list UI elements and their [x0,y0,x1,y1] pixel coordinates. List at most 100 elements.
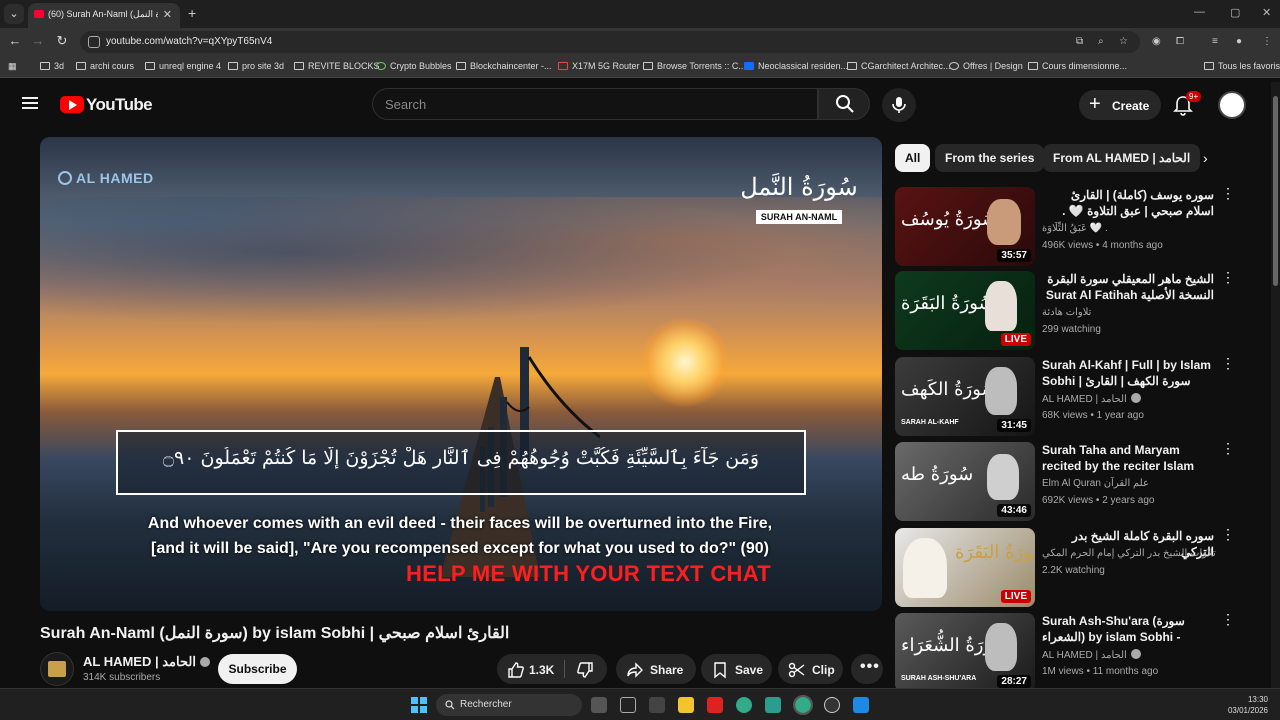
browser-tab[interactable]: (60) Surah An-Naml (سورة النمل) by islam… [28,3,180,28]
video-thumbnail[interactable]: سُورَةُ الكَهف SARAH AL-KAHF 31:45 [895,357,1035,436]
app-3-icon[interactable] [765,697,781,713]
tab-search-button[interactable]: ⌄ [4,4,24,24]
search-button[interactable] [818,88,870,120]
taskbar-clock[interactable]: 13:30 03/01/2026 [1228,694,1268,716]
file-explorer-icon[interactable] [678,697,694,713]
chrome-active-icon[interactable] [793,695,813,715]
acrobat-icon[interactable] [707,697,723,713]
more-actions-button[interactable]: ••• [851,654,883,684]
app-4-icon[interactable] [824,697,840,713]
more-vertical-icon[interactable]: ⋮ [1221,612,1235,626]
bookmark-item[interactable]: Neoclassical residen... [744,61,848,71]
address-bar[interactable]: youtube.com/watch?v=qXYpyT65nV4 [80,31,1140,53]
profile-icon[interactable]: ● [1236,36,1242,47]
app-icon[interactable] [620,697,636,713]
back-button[interactable]: ← [6,33,24,48]
apps-icon[interactable]: ▦ [8,61,17,72]
install-app-icon[interactable]: ⧉ [1076,36,1083,47]
reload-button[interactable]: ↻ [53,33,71,49]
recommended-meta: 692K views • 2 years ago [1042,495,1155,506]
more-vertical-icon[interactable]: ⋮ [1221,356,1235,370]
recommended-video[interactable]: سُورَةُ الكَهف SARAH AL-KAHF 31:45 Surah… [895,356,1235,437]
forward-button[interactable]: → [29,33,47,48]
channel-name[interactable]: AL HAMED | الحامد [83,654,210,670]
create-button[interactable]: + Create [1079,90,1161,120]
bookmark-item[interactable]: Offres | Design [949,61,1023,71]
zoom-icon[interactable]: ⌕ [1098,36,1104,47]
recommended-video[interactable]: سُورَةُ الشُّعَرَاء SURAH ASH-SHU'ARA 28… [895,612,1235,693]
more-vertical-icon[interactable]: ⋮ [1221,186,1235,200]
recommended-video[interactable]: سُورَةُ طه 43:46 Surah Taha and Maryam r… [895,441,1235,522]
share-button[interactable]: Share [616,654,696,684]
recommended-video[interactable]: سُورَةُ يُوسُف 35:57 سوره يوسف (كاملة) |… [895,186,1235,267]
chip-from-channel[interactable]: From AL HAMED | الحامد [1043,144,1201,172]
site-info-icon[interactable] [88,36,100,48]
bookmark-item[interactable]: 3d [40,61,64,71]
reading-list-icon[interactable]: ≡ [1212,36,1218,47]
channel-avatar[interactable] [40,652,74,686]
bookmark-item[interactable]: pro site 3d [228,61,284,71]
verse-translation: And whoever comes with an evil deed - th… [147,515,773,557]
folder-icon [1204,62,1214,70]
bookmark-item[interactable]: Crypto Bubbles [376,61,452,71]
video-thumbnail[interactable]: سُورَةُ طه 43:46 [895,442,1035,521]
bookmark-item[interactable]: Blockchaincenter -... [456,61,552,71]
video-thumbnail[interactable]: سُورَةُ الشُّعَرَاء SURAH ASH-SHU'ARA 28… [895,613,1035,692]
video-thumbnail[interactable]: سُورَةُ البَقَرَة LIVE [895,271,1035,350]
extensions-puzzle-icon[interactable]: ⧠ [1176,36,1184,47]
voice-search-button[interactable] [882,88,916,122]
browser-menu-icon[interactable]: ⋮ [1262,36,1272,47]
bookmark-item[interactable]: CGarchitect Architec... [847,61,951,71]
new-tab-button[interactable]: + [188,5,196,21]
app-5-icon[interactable] [853,697,869,713]
verified-icon [1130,393,1141,403]
account-avatar[interactable] [1218,91,1246,119]
windows-start-icon[interactable] [411,697,427,713]
all-bookmarks[interactable]: Tous les favoris [1204,61,1280,71]
more-vertical-icon[interactable]: ⋮ [1221,527,1235,541]
video-thumbnail[interactable]: سُورَةُ البَقَرَة LIVE [895,528,1035,607]
bookmark-item[interactable]: unreql engine 4 [145,61,221,71]
more-vertical-icon[interactable]: ⋮ [1221,441,1235,455]
menu-icon[interactable] [22,97,38,109]
cg-icon [847,62,857,70]
recommended-title: Surah Al-Kahf | Full | by Islam Sobhi | … [1042,358,1211,388]
clip-button[interactable]: Clip [778,654,843,684]
bookmark-item[interactable]: Browse Torrents :: C... [643,61,746,71]
save-button[interactable]: Save [701,654,772,684]
bookmark-item[interactable]: archi cours [76,61,134,71]
taskbar-search[interactable]: Rechercher [436,694,582,716]
recommended-channel: عَبَقُ التِّلَاوَة 🤍 . [1042,223,1108,234]
store-icon[interactable] [649,697,665,713]
tab-close-icon[interactable]: ✕ [163,8,172,21]
maximize-button[interactable]: ▢ [1230,6,1240,19]
chrome-icon[interactable] [736,697,752,713]
subscribe-button[interactable]: Subscribe [218,654,297,684]
youtube-header: YouTube + Create 9+ [0,82,1270,128]
chip-from-series[interactable]: From the series [935,144,1045,172]
page-scrollbar[interactable] [1271,82,1280,688]
like-count[interactable]: 1.3K [529,663,554,677]
bookmark-item[interactable]: REVITE BLOCKS [294,61,380,71]
bookmark-item[interactable]: Cours dimensionne... [1028,61,1127,71]
recommended-video[interactable]: سُورَةُ البَقَرَة LIVE سوره البقرة كاملة… [895,527,1235,608]
task-view-icon[interactable] [591,697,607,713]
scrollbar-thumb[interactable] [1273,96,1278,286]
bookmark-item[interactable]: X17M 5G Router [558,61,640,71]
minimize-button[interactable]: — [1194,6,1205,18]
video-thumbnail[interactable]: سُورَةُ يُوسُف 35:57 [895,187,1035,266]
more-vertical-icon[interactable]: ⋮ [1221,270,1235,284]
like-icon[interactable] [507,661,525,679]
recommended-meta: 2.2K watching [1042,565,1105,576]
dislike-icon[interactable] [576,661,594,679]
extension-icon[interactable]: ◉ [1152,36,1161,47]
site-icon [456,62,466,70]
bookmark-star-icon[interactable]: ☆ [1119,36,1128,47]
router-icon [558,62,568,70]
recommended-video[interactable]: سُورَةُ البَقَرَة LIVE الشيخ ماهر المعيق… [895,270,1235,351]
close-window-button[interactable]: ✕ [1262,6,1271,19]
chip-all[interactable]: All [895,144,931,172]
chevron-right-icon[interactable]: › [1203,150,1208,166]
search-input[interactable] [373,89,817,119]
video-player[interactable]: AL HAMED سُورَةُ النَّمل SURAH AN-NAML و… [40,137,882,611]
